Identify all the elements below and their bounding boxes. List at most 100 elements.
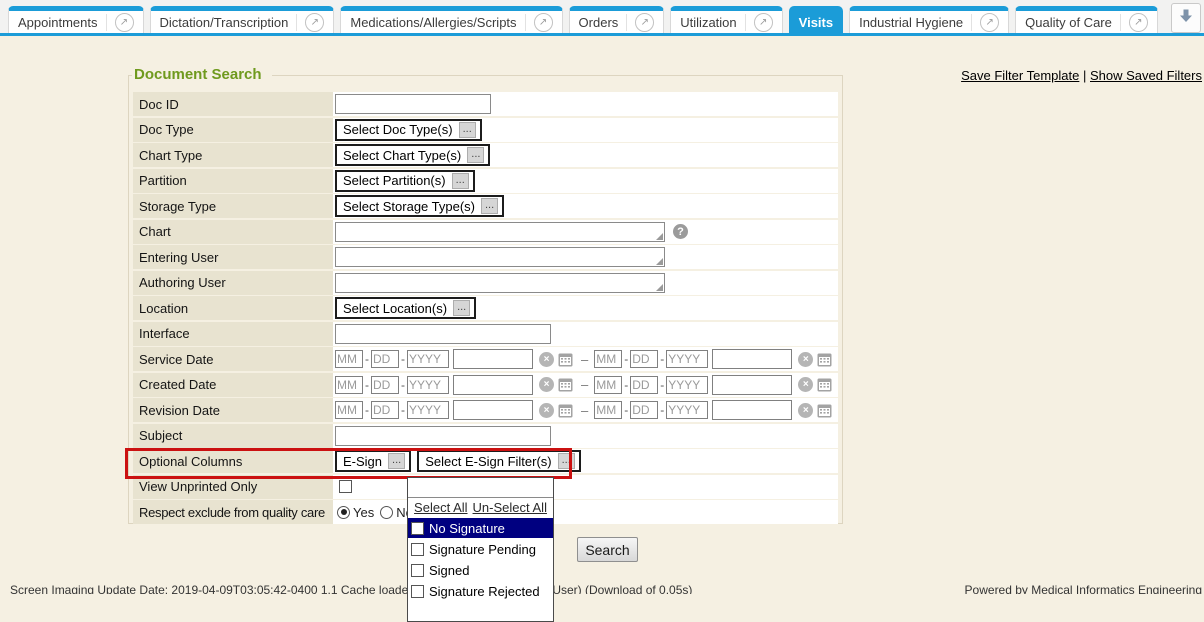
tab-industrial-hygiene[interactable]: Industrial Hygiene ↗	[849, 6, 1009, 33]
dropdown-filter-area[interactable]	[408, 478, 553, 498]
service-date-from-month-input[interactable]	[335, 350, 363, 368]
service-date-from-day-input[interactable]	[371, 350, 399, 368]
popout-icon[interactable]: ↗	[115, 13, 134, 32]
button-label: Select E-Sign Filter(s)	[425, 454, 551, 469]
service-date-to-day-input[interactable]	[630, 350, 658, 368]
popout-icon[interactable]: ↗	[754, 13, 773, 32]
page-footer: Screen Imaging Update Date: 2019-04-09T0…	[0, 583, 1204, 594]
service-date-to-time-input[interactable]	[712, 349, 792, 369]
save-filter-template-link[interactable]: Save Filter Template	[961, 68, 1079, 83]
select-all-link[interactable]: Select All	[414, 500, 467, 515]
row-location: Location Select Location(s) ...	[133, 296, 838, 320]
dropdown-option-signed[interactable]: Signed	[408, 560, 553, 580]
entering-user-autocomplete-input[interactable]	[335, 247, 665, 267]
select-doc-type-button[interactable]: Select Doc Type(s) ...	[335, 119, 482, 141]
tab-appointments[interactable]: Appointments ↗	[8, 6, 144, 33]
option-checkbox[interactable]	[411, 585, 424, 598]
authoring-user-input[interactable]	[336, 274, 664, 292]
tab-utilization[interactable]: Utilization ↗	[670, 6, 782, 33]
esign-columns-button[interactable]: E-Sign ...	[335, 450, 411, 472]
date-range-dash: –	[581, 403, 588, 418]
date-dash: -	[401, 352, 405, 366]
calendar-icon[interactable]	[558, 403, 573, 418]
clear-icon[interactable]: ×	[539, 352, 554, 367]
select-esign-filters-button[interactable]: Select E-Sign Filter(s) ...	[417, 450, 581, 472]
option-checkbox[interactable]	[411, 564, 424, 577]
dropdown-option-signature-pending[interactable]: Signature Pending	[408, 539, 553, 559]
calendar-icon[interactable]	[558, 352, 573, 367]
created-date-from-month-input[interactable]	[335, 376, 363, 394]
dropdown-option-signature-rejected[interactable]: Signature Rejected	[408, 581, 553, 601]
option-checkbox[interactable]	[411, 522, 424, 535]
revision-date-from-year-input[interactable]	[407, 401, 449, 419]
created-date-from-day-input[interactable]	[371, 376, 399, 394]
select-storage-type-button[interactable]: Select Storage Type(s) ...	[335, 195, 504, 217]
select-chart-type-button[interactable]: Select Chart Type(s) ...	[335, 144, 490, 166]
respect-exclude-yes-radio[interactable]	[337, 506, 350, 519]
select-partition-button[interactable]: Select Partition(s) ...	[335, 170, 475, 192]
interface-input[interactable]	[335, 324, 551, 344]
clear-icon[interactable]: ×	[798, 377, 813, 392]
tab-divider	[296, 14, 297, 31]
service-date-from-time-input[interactable]	[453, 349, 533, 369]
created-date-to-time-input[interactable]	[712, 375, 792, 395]
popout-icon[interactable]: ↗	[534, 13, 553, 32]
show-saved-filters-link[interactable]: Show Saved Filters	[1090, 68, 1202, 83]
popout-icon[interactable]: ↗	[1129, 13, 1148, 32]
created-date-to-day-input[interactable]	[630, 376, 658, 394]
field-label: View Unprinted Only	[133, 475, 333, 499]
calendar-icon[interactable]	[817, 352, 832, 367]
view-unprinted-only-checkbox[interactable]	[339, 480, 352, 493]
authoring-user-autocomplete-input[interactable]	[335, 273, 665, 293]
respect-exclude-no-radio[interactable]	[380, 506, 393, 519]
doc-id-input[interactable]	[335, 94, 491, 114]
unselect-all-link[interactable]: Un-Select All	[473, 500, 547, 515]
clear-icon[interactable]: ×	[539, 377, 554, 392]
service-date-from-year-input[interactable]	[407, 350, 449, 368]
calendar-icon[interactable]	[558, 377, 573, 392]
clear-icon[interactable]: ×	[798, 403, 813, 418]
revision-date-from-month-input[interactable]	[335, 401, 363, 419]
subject-input[interactable]	[335, 426, 551, 446]
created-date-from-time-input[interactable]	[453, 375, 533, 395]
search-button[interactable]: Search	[577, 537, 638, 562]
calendar-icon[interactable]	[817, 377, 832, 392]
revision-date-to-year-input[interactable]	[666, 401, 708, 419]
tab-label: Utilization	[680, 15, 736, 30]
popout-icon[interactable]: ↗	[635, 13, 654, 32]
created-date-to-year-input[interactable]	[666, 376, 708, 394]
entering-user-input[interactable]	[336, 248, 664, 266]
calendar-icon[interactable]	[817, 403, 832, 418]
chart-autocomplete-input[interactable]	[335, 222, 665, 242]
date-dash: -	[624, 352, 628, 366]
option-checkbox[interactable]	[411, 543, 424, 556]
help-icon[interactable]: ?	[673, 224, 688, 239]
date-dash: -	[365, 403, 369, 417]
service-date-to-month-input[interactable]	[594, 350, 622, 368]
chart-input[interactable]	[336, 223, 664, 241]
revision-date-to-day-input[interactable]	[630, 401, 658, 419]
row-storage-type: Storage Type Select Storage Type(s) ...	[133, 194, 838, 218]
created-date-from-year-input[interactable]	[407, 376, 449, 394]
revision-date-to-time-input[interactable]	[712, 400, 792, 420]
tab-scroll-down-button[interactable]	[1171, 3, 1201, 33]
clear-icon[interactable]: ×	[539, 403, 554, 418]
footer-powered-by: Powered by Medical Informatics Engineeri…	[965, 583, 1202, 594]
field-label: Chart	[133, 220, 333, 244]
revision-date-from-time-input[interactable]	[453, 400, 533, 420]
service-date-to-year-input[interactable]	[666, 350, 708, 368]
field-label: Respect exclude from quality care	[133, 500, 333, 524]
popout-icon[interactable]: ↗	[980, 13, 999, 32]
clear-icon[interactable]: ×	[798, 352, 813, 367]
tab-orders[interactable]: Orders ↗	[569, 6, 665, 33]
revision-date-from-day-input[interactable]	[371, 401, 399, 419]
tab-visits-active[interactable]: Visits	[789, 6, 843, 33]
tab-dictation-transcription[interactable]: Dictation/Transcription ↗	[150, 6, 335, 33]
tab-quality-of-care[interactable]: Quality of Care ↗	[1015, 6, 1158, 33]
select-location-button[interactable]: Select Location(s) ...	[335, 297, 476, 319]
tab-medications-allergies-scripts[interactable]: Medications/Allergies/Scripts ↗	[340, 6, 562, 33]
dropdown-option-no-signature[interactable]: No Signature	[408, 518, 553, 538]
popout-icon[interactable]: ↗	[305, 13, 324, 32]
revision-date-to-month-input[interactable]	[594, 401, 622, 419]
created-date-to-month-input[interactable]	[594, 376, 622, 394]
